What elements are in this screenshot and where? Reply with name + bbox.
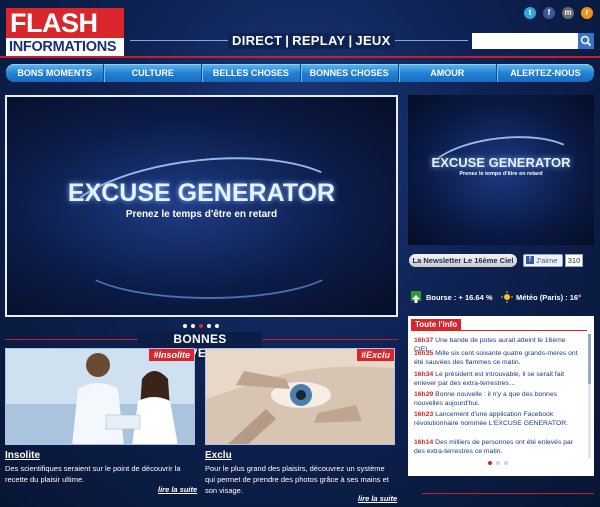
thumb-subtitle: Prenez le temps d'être en retard [459,171,543,177]
ticker-item[interactable]: 16h23 Lancement d'une application Facebo… [414,411,582,428]
social-links: t f m r [524,7,593,19]
newsletter-button[interactable]: La Newsletter Le 16ème Ciel [409,254,517,267]
read-more-link[interactable]: lire la suite [158,485,197,494]
arrow-up-icon [411,291,421,303]
menu-item-amour[interactable]: AMOUR [399,64,497,82]
ticker-text: Bonne nouvelle : il n'y a que des bonnes… [414,391,558,407]
hero-banner[interactable]: EXCUSE GENERATOR Prenez le temps d'être … [5,95,398,317]
card-image-insolite[interactable]: #Insolite [5,348,195,445]
hero-subtitle: Prenez le temps d'être en retard [125,209,278,220]
menu-item-bonnes-choses[interactable]: BONNES CHOSES [301,64,399,82]
site-logo[interactable]: FLASH INFORMATIONS [6,8,124,56]
hero-pagination [183,324,219,328]
ticker-text: Des milliers de personnes ont été enlevé… [414,439,574,455]
logo-line-1: FLASH [6,8,124,38]
facebook-icon: f [526,256,534,264]
slide-dot[interactable] [183,324,187,328]
ticker-dot[interactable] [504,461,508,465]
ticker-item[interactable]: 16h14 Des milliers de personnes ont été … [414,439,582,456]
topnav-jeux[interactable]: JEUX [355,33,390,49]
ticker-time: 16h34 [414,371,434,378]
eye-frame-illustration [206,349,394,444]
topnav-separator: | [348,33,353,48]
card-text-insolite: Des scientifiques seraient sur le point … [5,464,181,484]
top-navigation: DIRECT | REPLAY | JEUX [228,33,395,49]
card-text-exclu: Pour le plus grand des plaisirs, découvr… [205,464,389,495]
card-title-insolite[interactable]: Insolite [5,450,40,461]
ticker-dot-active[interactable] [488,461,492,465]
menu-item-culture[interactable]: CULTURE [104,64,203,82]
meteo-stat: Météo (Paris) : 16° [516,293,582,302]
sun-icon [501,290,513,303]
facebook-like-button[interactable]: f J'aime [523,254,563,267]
thumb-title: EXCUSE GENERATOR [431,155,571,170]
ticker-item[interactable]: 16h34 Le président est introuvable, il s… [414,371,582,388]
menu-item-bons-moments[interactable]: BONS MOMENTS [6,64,105,82]
facebook-icon[interactable]: f [543,7,555,19]
header-rule [0,56,600,58]
card-tag: #Insolite [149,349,194,361]
hero-title: EXCUSE GENERATOR [67,179,336,207]
ticker-text: Mille six cent soixante quatre grands-me… [414,350,578,366]
ticker-pagination [488,461,508,465]
ticker-item[interactable]: 16h35 Mille six cent soixante quatre gra… [414,350,582,367]
topnav-direct[interactable]: DIRECT [232,33,282,49]
ticker-time: 16h29 [414,391,434,398]
topnav-replay[interactable]: REPLAY [292,33,345,49]
main-menu: BONS MOMENTS CULTURE BELLES CHOSES BONNE… [6,64,594,82]
like-count: 310 [565,254,583,267]
topnav-separator: | [285,33,290,48]
ticker-title: Toute l'info [411,319,462,330]
scrollbar-thumb[interactable] [588,334,591,384]
side-video-thumbnail[interactable]: EXCUSE GENERATOR Prenez le temps d'être … [408,95,594,245]
myspace-icon[interactable]: m [562,7,574,19]
search-input[interactable] [472,33,578,49]
slide-dot[interactable] [207,324,211,328]
ticker-time: 16h23 [414,411,434,418]
logo-line-2: INFORMATIONS [6,38,124,56]
bourse-stat: Bourse : + 16.64 % [426,293,493,302]
slide-dot[interactable] [191,324,195,328]
menu-item-alertez-nous[interactable]: ALERTEZ-NOUS [497,64,594,82]
twitter-icon[interactable]: t [524,7,536,19]
card-title-exclu[interactable]: Exclu [205,450,232,461]
ticker-dot[interactable] [496,461,500,465]
ticker-time: 16h35 [414,350,434,357]
search-icon [580,35,592,47]
rss-icon[interactable]: r [581,7,593,19]
ticker-scrollbar[interactable] [588,334,591,458]
slide-dot[interactable] [215,324,219,328]
search-box [472,33,594,49]
read-more-link[interactable]: lire la suite [358,494,397,503]
ticker-text: Lancement d'une application Facebook rév… [414,411,569,427]
card-image-exclu[interactable]: #Exclu [205,348,395,445]
ticker-rule [411,330,587,331]
ticker-time: 16h37 [414,337,434,344]
slide-dot-active[interactable] [199,324,203,328]
menu-item-belles-choses[interactable]: BELLES CHOSES [202,64,301,82]
like-label: J'aime [536,256,558,265]
footer-rule [422,493,594,494]
ticker-text: Le président est introuvable, il se sera… [414,371,565,387]
search-button[interactable] [578,33,594,49]
hero-arc [77,225,341,299]
ticker-time: 16h14 [414,439,434,446]
scientists-illustration [6,349,194,444]
news-ticker: Toute l'info 16h37 Une bande de potes au… [408,316,594,476]
ticker-item[interactable]: 16h29 Bonne nouvelle : il n'y a que des … [414,391,582,408]
card-tag: #Exclu [356,349,394,361]
